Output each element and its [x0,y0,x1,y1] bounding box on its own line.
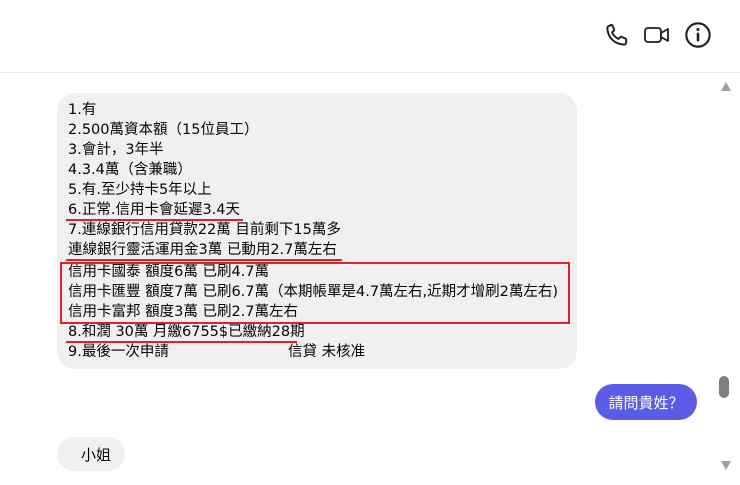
phone-icon[interactable] [602,20,632,50]
scrollbar[interactable] [712,73,740,485]
red-underline-annotation [66,259,342,261]
message-line: 3.會計，3年半 [68,142,164,158]
red-box-annotation [60,262,570,324]
message-line: 1.有 [68,102,97,118]
message-line: 6.正常.信用卡會延遲3.4天 [68,202,241,218]
scroll-up-arrow-icon[interactable] [721,82,731,91]
message-list[interactable]: 1.有 2.500萬資本額（15位員工） 3.會計，3年半 4.3.4萬（含兼職… [0,73,712,485]
message-line: 2.500萬資本額（15位員工） [68,122,259,138]
message-line: 5.有.至少持卡5年以上 [68,182,212,198]
scrollbar-thumb[interactable] [719,376,729,398]
message-line: 連線銀行靈活運用金3萬 已動用2.7萬左右 [68,242,337,258]
message-line: 信貸 未核准 [288,344,366,360]
red-underline-annotation [66,341,297,343]
message-line: 7.連線銀行信用貸款22萬 目前剩下15萬多 [68,222,341,238]
sent-message-bubble[interactable]: 請問貴姓？ [595,384,697,420]
message-line: 9.最後一次申請 [68,344,169,360]
scroll-down-arrow-icon[interactable] [721,461,731,470]
sent-message-text: 請問貴姓？ [608,393,684,412]
message-line: 8.和潤 30萬 月繳6755$已繳納28期 [68,324,305,340]
received-message-text: 小姐 [81,445,112,464]
received-message-bubble[interactable]: 小姐 [57,437,125,471]
received-message-bubble[interactable]: 1.有 2.500萬資本額（15位員工） 3.會計，3年半 4.3.4萬（含兼職… [57,93,577,369]
info-icon[interactable] [683,20,713,50]
red-underline-annotation [66,219,243,221]
chat-header [0,0,740,73]
video-camera-icon[interactable] [642,20,672,50]
message-line: 4.3.4萬（含兼職） [68,162,192,178]
